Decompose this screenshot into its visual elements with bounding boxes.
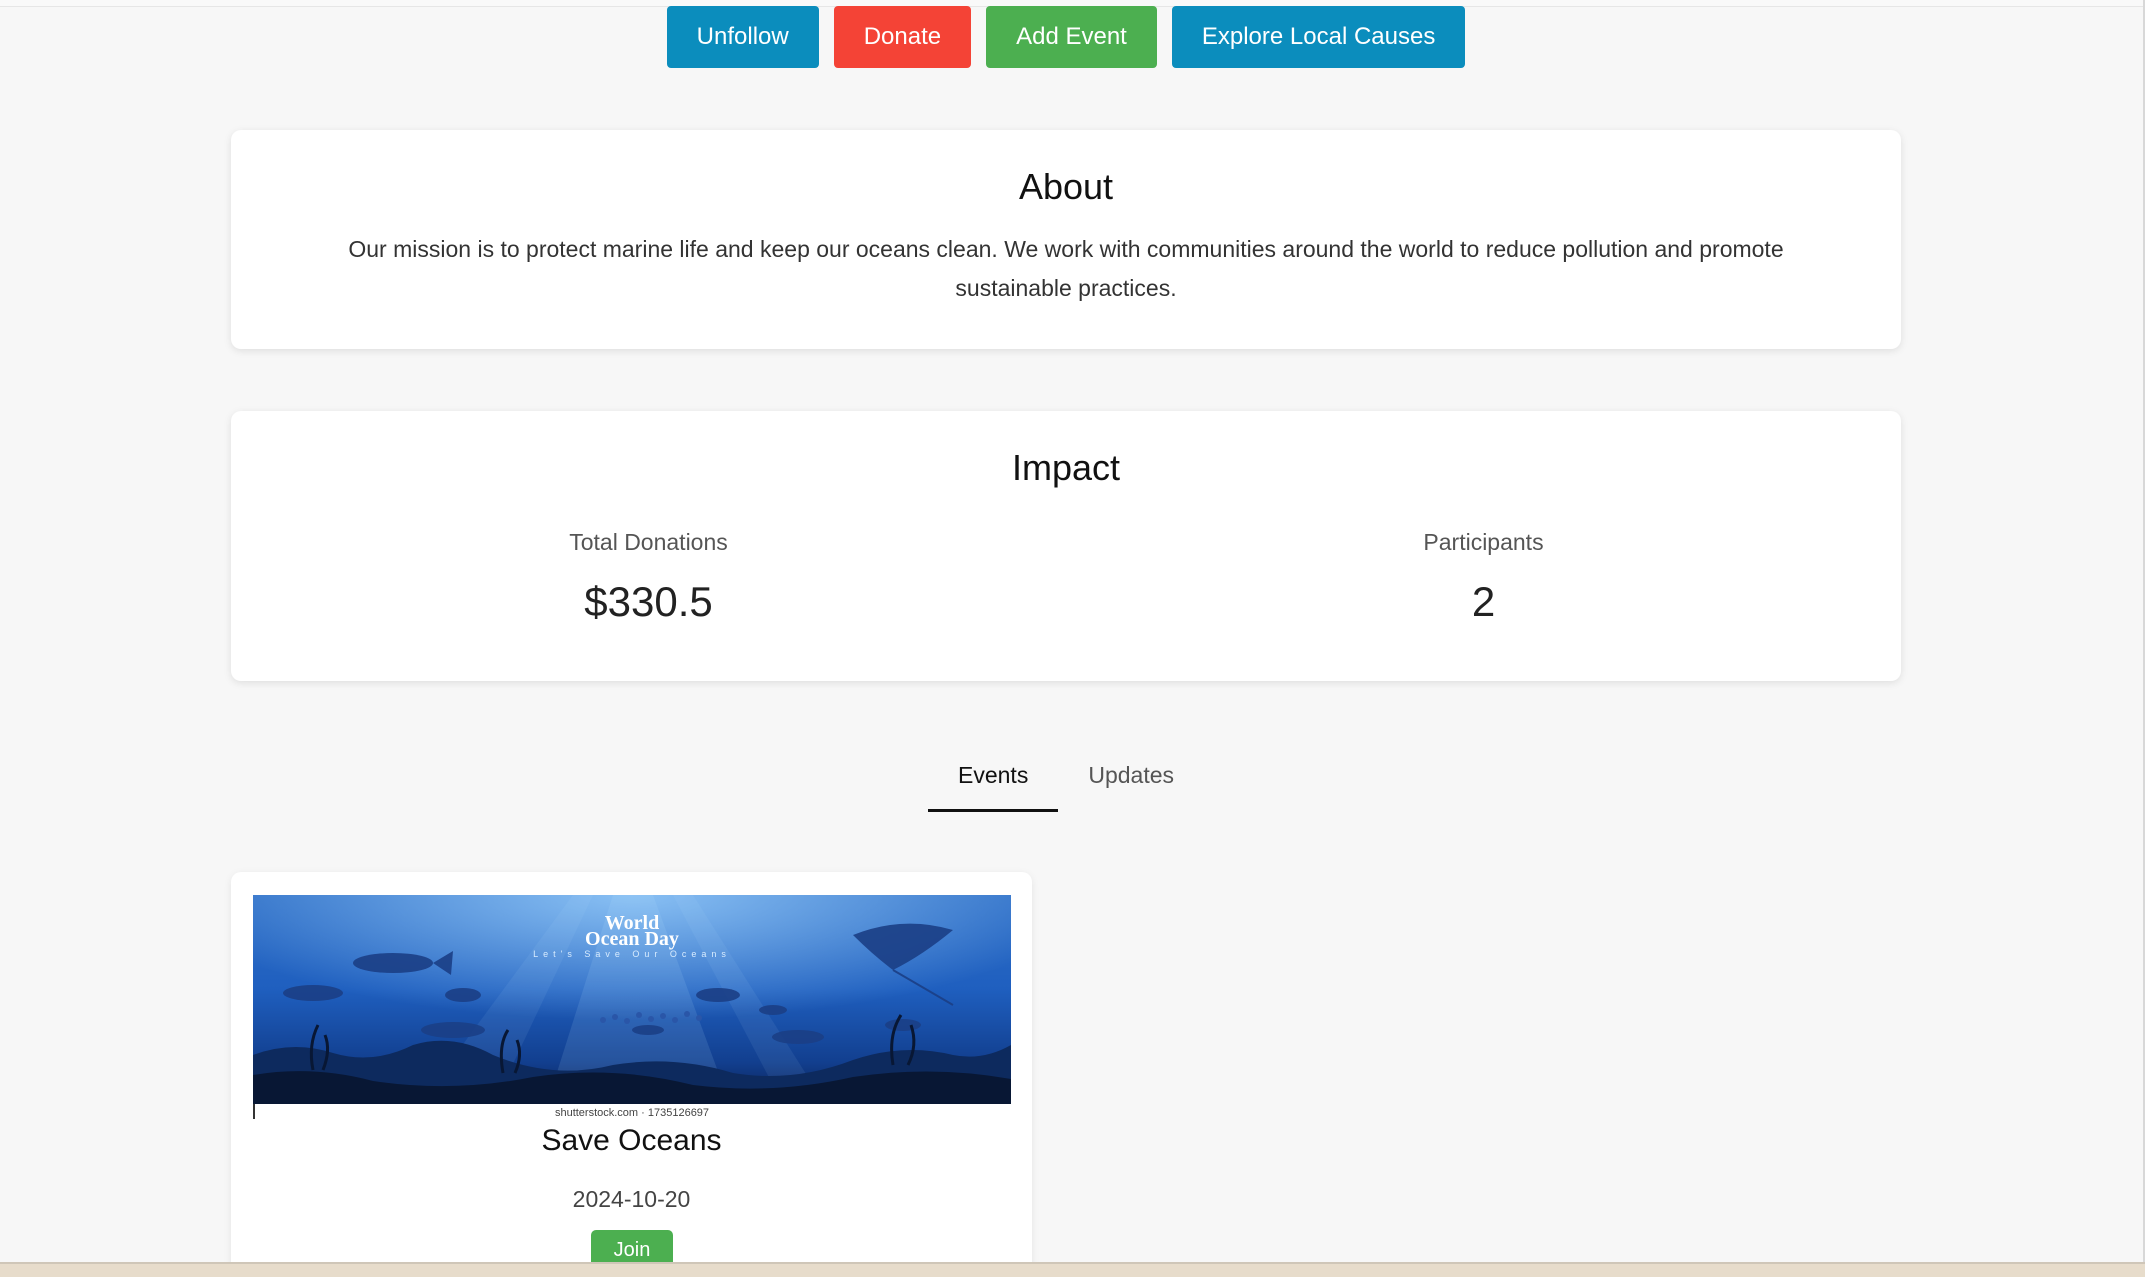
donate-button[interactable]: Donate <box>833 6 972 68</box>
participants-label: Participants <box>1423 529 1544 555</box>
about-text: Our mission is to protect marine life an… <box>348 236 1784 301</box>
image-subtitle: Let's Save Our Oceans <box>533 949 731 959</box>
taskbar <box>0 1262 2145 1277</box>
participants-value: 2 <box>1471 578 1496 625</box>
participants-stat: Participants 2 <box>1066 529 1901 626</box>
event-image: World Ocean Day Let's Save Our Oceans sh… <box>253 895 1011 1119</box>
tab-updates[interactable]: Updates <box>1058 746 1204 812</box>
event-card[interactable]: World Ocean Day Let's Save Our Oceans sh… <box>231 872 1032 1277</box>
image-title-line2: Ocean Day <box>585 928 679 950</box>
unfollow-button[interactable]: Unfollow <box>666 6 819 68</box>
total-donations-value: $330.5 <box>584 578 713 625</box>
world-ocean-day-image: World Ocean Day Let's Save Our Oceans sh… <box>253 895 1011 1119</box>
total-donations-label: Total Donations <box>569 529 728 555</box>
content-tabs: Events Updates <box>0 746 2132 812</box>
about-card: About Our mission is to protect marine l… <box>231 130 1901 349</box>
event-title: Save Oceans <box>541 1124 722 1157</box>
impact-card: Impact Total Donations $330.5 Participan… <box>231 411 1901 681</box>
explore-local-causes-button[interactable]: Explore Local Causes <box>1171 6 1466 68</box>
total-donations-stat: Total Donations $330.5 <box>231 529 1066 626</box>
action-bar: Unfollow Donate Add Event Explore Local … <box>0 6 2132 68</box>
add-event-button[interactable]: Add Event <box>986 6 1157 68</box>
page: Unfollow Donate Add Event Explore Local … <box>0 0 2145 1277</box>
impact-stats: Total Donations $330.5 Participants 2 <box>231 529 1901 626</box>
about-title: About <box>1018 166 1114 207</box>
image-watermark: shutterstock.com · 1735126697 <box>555 1107 709 1119</box>
impact-title: Impact <box>1011 447 1121 488</box>
tab-events[interactable]: Events <box>928 746 1059 812</box>
event-date: 2024-10-20 <box>572 1186 691 1212</box>
